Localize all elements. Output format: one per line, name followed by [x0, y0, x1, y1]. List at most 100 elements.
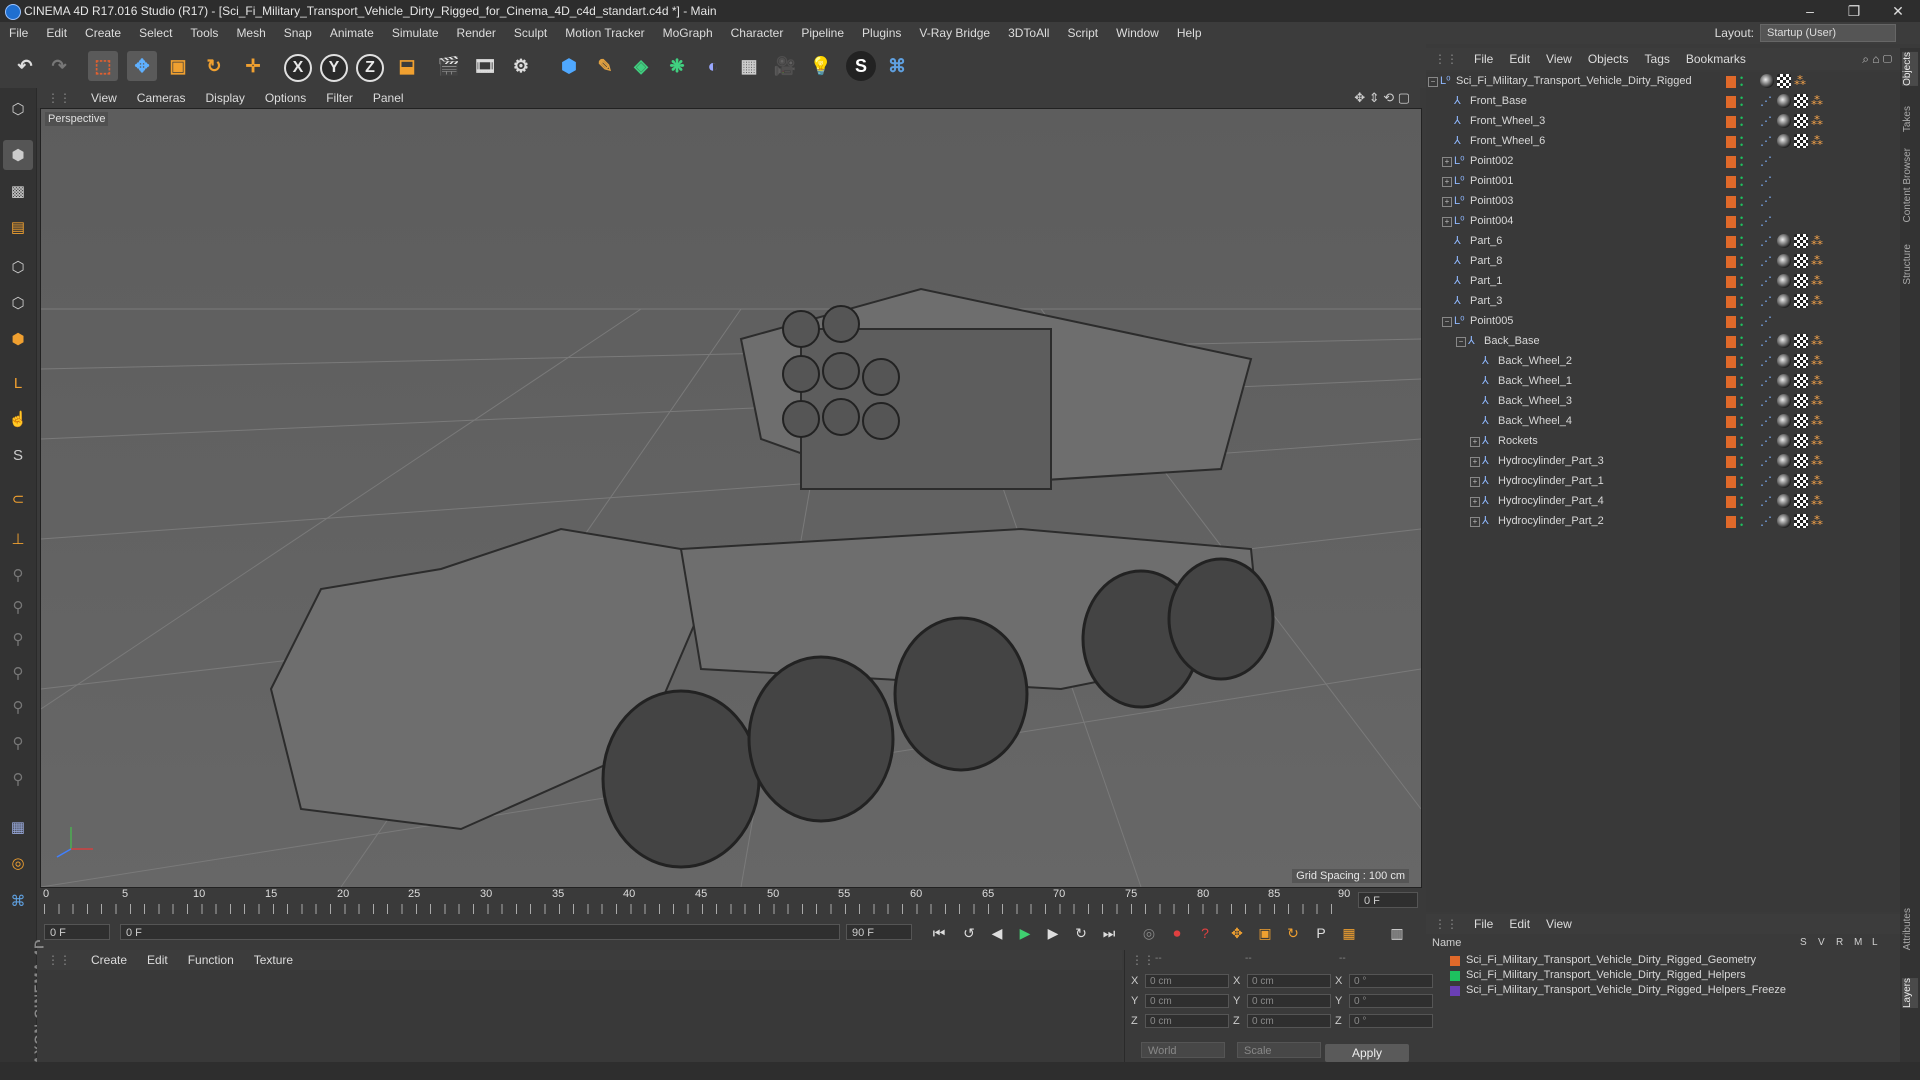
layers-menu-file[interactable]: File: [1466, 917, 1501, 931]
pen-icon[interactable]: ✎: [590, 51, 620, 81]
render-settings-icon[interactable]: ⚙: [506, 51, 536, 81]
solo-mode-icon[interactable]: S: [3, 440, 33, 470]
visibility-dots-icon[interactable]: • •: [1740, 394, 1746, 410]
ik-tag-icon[interactable]: ⋰: [1760, 234, 1774, 248]
material-menu-texture[interactable]: Texture: [244, 953, 303, 967]
menu-character[interactable]: Character: [722, 26, 793, 40]
pose-tool-icon[interactable]: ⚲: [3, 764, 33, 794]
ik-tag-icon[interactable]: ⋰: [1760, 454, 1774, 468]
visibility-dots-icon[interactable]: • •: [1740, 374, 1746, 390]
texture-tag-icon[interactable]: [1794, 274, 1808, 288]
phong-tag-icon[interactable]: ⁂: [1811, 414, 1825, 428]
objects-menu-file[interactable]: File: [1466, 52, 1501, 66]
visibility-dots-icon[interactable]: • •: [1740, 334, 1746, 350]
viewport-menu-display[interactable]: Display: [195, 91, 254, 105]
object-row[interactable]: ⅄ Front_Base • • ⋰ ⁂: [1426, 92, 1900, 112]
layer-color-icon[interactable]: [1726, 376, 1736, 388]
menu-motion-tracker[interactable]: Motion Tracker: [556, 26, 653, 40]
layer-color-icon[interactable]: [1726, 356, 1736, 368]
phong-tag-icon[interactable]: ⁂: [1811, 394, 1825, 408]
phong-tag-icon[interactable]: ⁂: [1811, 454, 1825, 468]
rotation-p-field[interactable]: 0 °: [1349, 994, 1433, 1008]
objects-search-icon[interactable]: ⌕ ⌂ ▢: [1862, 52, 1892, 67]
prev-key-icon[interactable]: ↺: [958, 923, 980, 943]
layers-menu-edit[interactable]: Edit: [1501, 917, 1538, 931]
expand-icon[interactable]: +: [1470, 457, 1480, 467]
subdivision-icon[interactable]: ◈: [626, 51, 656, 81]
edges-mode-icon[interactable]: ⬡: [3, 288, 33, 318]
menu-mesh[interactable]: Mesh: [227, 26, 274, 40]
viewport-nav-icons[interactable]: ✥ ⇕ ⟲ ▢: [1354, 90, 1410, 106]
phong-tag-icon[interactable]: ⁂: [1811, 94, 1825, 108]
menu-edit[interactable]: Edit: [37, 26, 76, 40]
next-frame-icon[interactable]: ▶: [1042, 923, 1064, 943]
material-menu-create[interactable]: Create: [81, 953, 137, 967]
menu-sculpt[interactable]: Sculpt: [505, 26, 556, 40]
ik-tag-icon[interactable]: ⋰: [1760, 334, 1774, 348]
layer-color-icon[interactable]: [1726, 156, 1736, 168]
tab-attributes[interactable]: Attributes: [1902, 908, 1918, 950]
phong-tag-icon[interactable]: ⁂: [1811, 374, 1825, 388]
universal-icon[interactable]: ✛: [238, 51, 268, 81]
material-tag-icon[interactable]: [1777, 94, 1791, 108]
close-button[interactable]: ✕: [1876, 0, 1920, 22]
object-row[interactable]: ⅄ Part_3 • • ⋰ ⁂: [1426, 292, 1900, 312]
quantize-icon[interactable]: ⊥: [3, 524, 33, 554]
rotate-icon[interactable]: ↻: [199, 51, 229, 81]
object-row[interactable]: ⅄ Back_Wheel_2 • • ⋰ ⁂: [1426, 352, 1900, 372]
menu-file[interactable]: File: [0, 26, 37, 40]
layer-row[interactable]: Sci_Fi_Military_Transport_Vehicle_Dirty_…: [1426, 954, 1900, 968]
layer-row[interactable]: Sci_Fi_Military_Transport_Vehicle_Dirty_…: [1426, 969, 1900, 983]
texture-tag-icon[interactable]: [1794, 394, 1808, 408]
size-mode-dropdown[interactable]: Scale: [1237, 1042, 1321, 1058]
phong-tag-icon[interactable]: ⁂: [1811, 134, 1825, 148]
menu-animate[interactable]: Animate: [321, 26, 383, 40]
phong-tag-icon[interactable]: ⁂: [1811, 474, 1825, 488]
menu-simulate[interactable]: Simulate: [383, 26, 448, 40]
key-pla-icon[interactable]: ▦: [1338, 923, 1360, 943]
polygons-mode-icon[interactable]: ⬢: [3, 324, 33, 354]
collapse-icon[interactable]: −: [1442, 317, 1452, 327]
expand-icon[interactable]: +: [1442, 217, 1452, 227]
floor-icon[interactable]: ▦: [734, 51, 764, 81]
visibility-dots-icon[interactable]: • •: [1740, 434, 1746, 450]
layer-row[interactable]: Sci_Fi_Military_Transport_Vehicle_Dirty_…: [1426, 984, 1900, 998]
material-tag-icon[interactable]: [1760, 74, 1774, 88]
ik-tag-icon[interactable]: ⋰: [1760, 294, 1774, 308]
3d-viewport[interactable]: Perspective Grid Spacing : 100 cm: [40, 108, 1422, 888]
key-position-icon[interactable]: ✥: [1226, 923, 1248, 943]
tab-objects[interactable]: Objects: [1902, 52, 1918, 86]
prev-frame-icon[interactable]: ◀: [986, 923, 1008, 943]
undo-icon[interactable]: ↶: [10, 51, 40, 81]
visibility-dots-icon[interactable]: • •: [1740, 234, 1746, 250]
key-param-icon[interactable]: P: [1310, 923, 1332, 943]
bind-tool-icon[interactable]: ⚲: [3, 692, 33, 722]
visibility-dots-icon[interactable]: • •: [1740, 474, 1746, 490]
viewport-menu-view[interactable]: View: [81, 91, 127, 105]
layer-color-icon[interactable]: [1726, 276, 1736, 288]
texture-tag-icon[interactable]: [1794, 134, 1808, 148]
object-row[interactable]: + L⁰ Point004 • • ⋰: [1426, 212, 1900, 232]
texture-tag-icon[interactable]: [1794, 334, 1808, 348]
texture-tag-icon[interactable]: [1794, 494, 1808, 508]
visibility-dots-icon[interactable]: • •: [1740, 274, 1746, 290]
visibility-dots-icon[interactable]: • •: [1740, 354, 1746, 370]
menu-create[interactable]: Create: [76, 26, 130, 40]
menu-window[interactable]: Window: [1107, 26, 1168, 40]
layer-color-icon[interactable]: [1726, 76, 1736, 88]
ik-tag-icon[interactable]: ⋰: [1760, 514, 1774, 528]
expand-icon[interactable]: +: [1470, 477, 1480, 487]
python-console-icon[interactable]: ⌘: [3, 886, 33, 916]
object-tree[interactable]: − L⁰ Sci_Fi_Military_Transport_Vehicle_Dir…: [1426, 72, 1900, 912]
redo-icon[interactable]: ↷: [44, 51, 74, 81]
visibility-dots-icon[interactable]: • •: [1740, 454, 1746, 470]
goto-start-icon[interactable]: ⏮: [928, 923, 950, 943]
tab-content-browser[interactable]: Content Browser: [1902, 148, 1918, 222]
goto-end-icon[interactable]: ⏭: [1098, 923, 1120, 943]
menu-render[interactable]: Render: [448, 26, 505, 40]
viewport-menu-panel[interactable]: Panel: [363, 91, 414, 105]
object-row[interactable]: ⅄ Part_6 • • ⋰ ⁂: [1426, 232, 1900, 252]
grid-snap-icon[interactable]: ▦: [3, 812, 33, 842]
live-select-icon[interactable]: ⬚: [88, 51, 118, 81]
texture-tag-icon[interactable]: [1794, 374, 1808, 388]
